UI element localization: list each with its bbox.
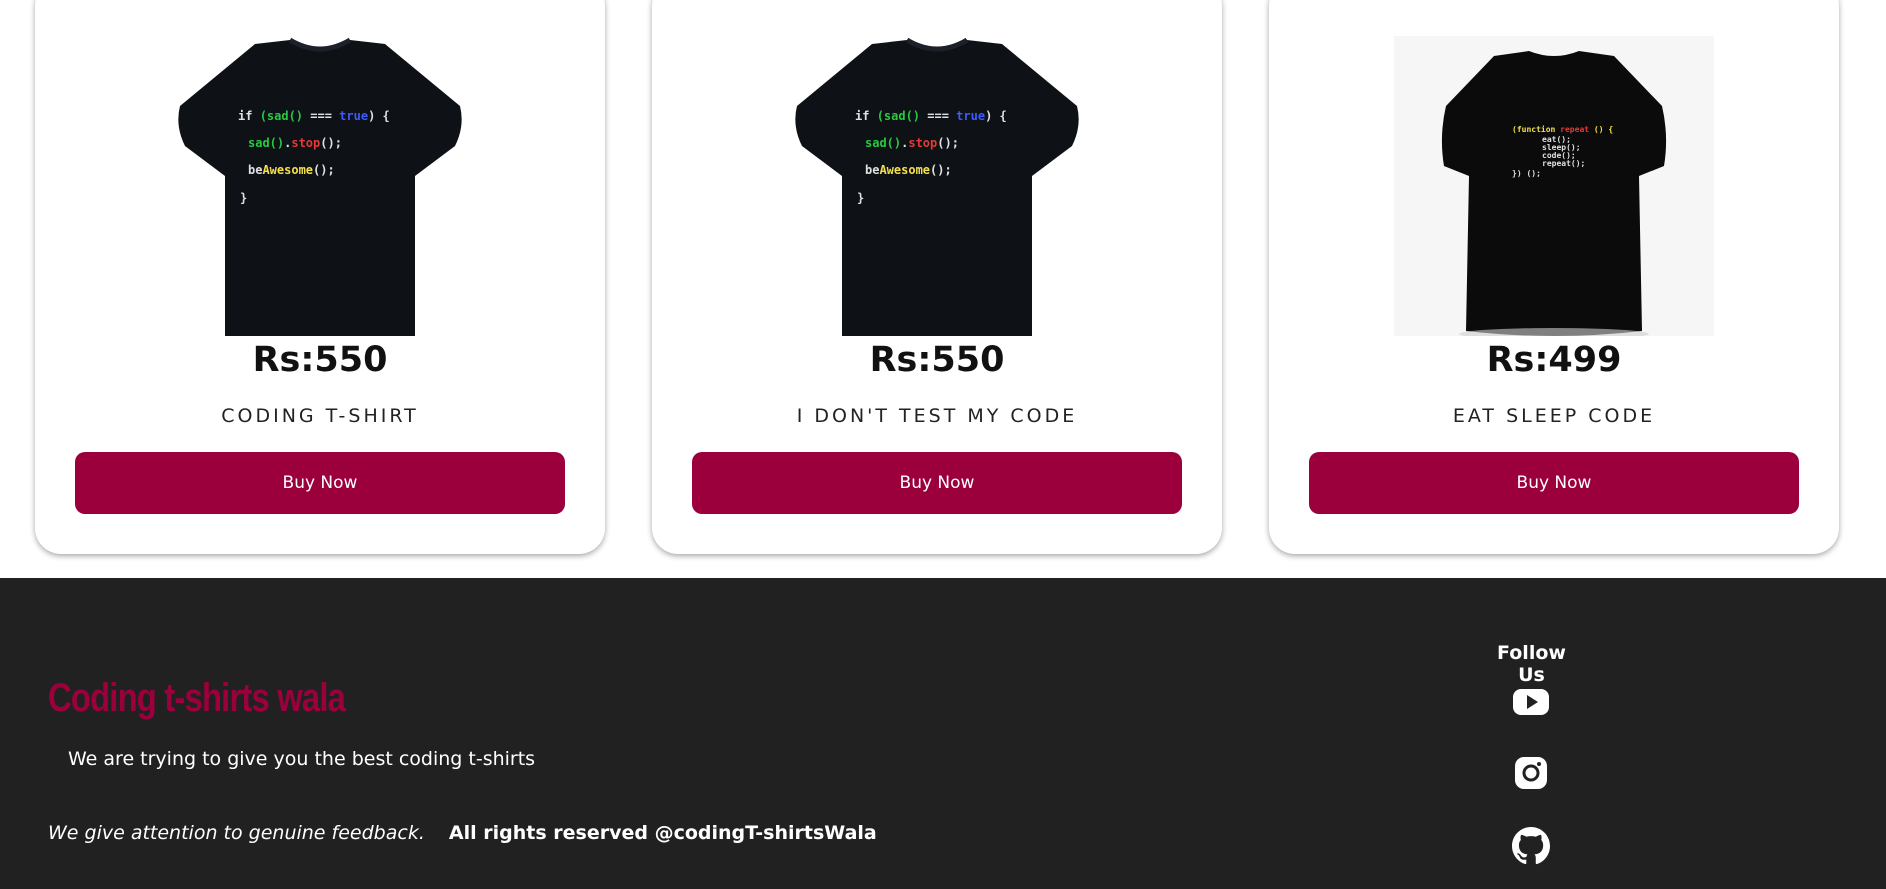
footer-tagline: We are trying to give you the best codin… xyxy=(68,748,536,770)
product-name: EAT SLEEP CODE xyxy=(1452,405,1656,427)
product-image: if (sad() === true) { sad().stop(); beAw… xyxy=(795,37,1079,336)
shirt-code-line: sad().stop(); xyxy=(865,136,959,150)
product-card: (function repeat () { eat(); sleep(); co… xyxy=(1269,0,1839,554)
product-image: if (sad() === true) { sad().stop(); beAw… xyxy=(178,37,462,336)
github-icon[interactable] xyxy=(1512,827,1550,865)
footer-brand: Coding t-shirts wala xyxy=(48,676,346,720)
product-price: Rs:499 xyxy=(1486,340,1622,380)
product-price: Rs:550 xyxy=(252,340,388,380)
product-card: if (sad() === true) { sad().stop(); beAw… xyxy=(35,0,605,554)
buy-now-button[interactable]: Buy Now xyxy=(692,452,1182,514)
buy-now-button[interactable]: Buy Now xyxy=(75,452,565,514)
follow-us-heading: Follow Us xyxy=(1497,642,1566,686)
shirt-code-line: beAwesome(); xyxy=(865,163,952,177)
product-name: I DON'T TEST MY CODE xyxy=(796,405,1078,427)
product-image: (function repeat () { eat(); sleep(); co… xyxy=(1394,36,1714,336)
feedback-note: We give attention to genuine feedback. xyxy=(48,822,425,844)
copyright-text: All rights reserved @codingT-shirtsWala xyxy=(448,822,877,844)
shirt-code-line: repeat(); xyxy=(1542,159,1585,168)
shirt-code-line: }) (); xyxy=(1512,169,1541,178)
site-footer: Coding t-shirts wala We are trying to gi… xyxy=(0,578,1886,889)
instagram-icon[interactable] xyxy=(1512,754,1550,792)
shirt-code-line: } xyxy=(857,191,864,205)
product-card: if (sad() === true) { sad().stop(); beAw… xyxy=(652,0,1222,554)
shirt-code-line: beAwesome(); xyxy=(248,163,335,177)
product-grid: if (sad() === true) { sad().stop(); beAw… xyxy=(0,0,1886,578)
footer-bottom-line: We give attention to genuine feedback. A… xyxy=(48,822,877,844)
buy-now-button[interactable]: Buy Now xyxy=(1309,452,1799,514)
youtube-icon[interactable] xyxy=(1512,683,1550,721)
shirt-code-line: sad().stop(); xyxy=(248,136,342,150)
shirt-code-line: if (sad() === true) { xyxy=(855,109,1007,123)
shirt-code-line: (function repeat () { xyxy=(1512,124,1613,134)
shirt-code-line: if (sad() === true) { xyxy=(238,109,390,123)
shirt-code-line: } xyxy=(240,191,247,205)
product-name: CODING T-SHIRT xyxy=(221,405,419,427)
product-price: Rs:550 xyxy=(869,340,1005,380)
